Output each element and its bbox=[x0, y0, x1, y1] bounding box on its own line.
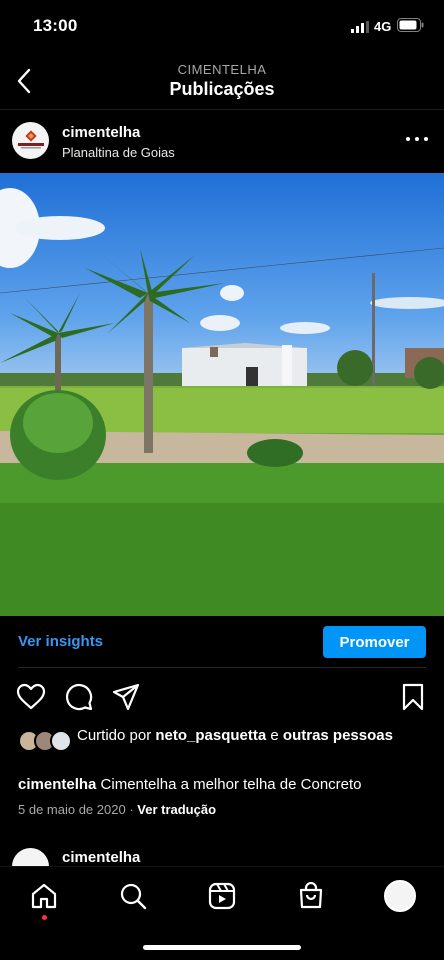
send-icon[interactable] bbox=[111, 682, 141, 712]
avatar[interactable] bbox=[12, 122, 49, 159]
page-header: CIMENTELHA Publicações bbox=[0, 52, 444, 110]
comment-icon[interactable] bbox=[64, 682, 94, 712]
likes-prefix: Curtido por bbox=[77, 727, 156, 744]
likes-text: Curtido por neto_pasquetta e outras pess… bbox=[77, 726, 427, 746]
promote-button[interactable]: Promover bbox=[323, 626, 426, 658]
home-icon bbox=[31, 883, 57, 909]
more-options-button[interactable] bbox=[406, 129, 428, 149]
caption-text: Cimentelha a melhor telha de Concreto bbox=[96, 776, 362, 793]
status-bar: 13:00 4G bbox=[0, 0, 444, 52]
divider bbox=[18, 667, 426, 668]
battery-icon bbox=[397, 18, 424, 32]
post-image[interactable] bbox=[0, 173, 444, 616]
landscape-photo bbox=[0, 173, 444, 616]
next-post-username[interactable]: cimentelha bbox=[62, 849, 140, 866]
likes-connector: e bbox=[266, 727, 283, 744]
view-insights-link[interactable]: Ver insights bbox=[18, 633, 103, 650]
post-date: 5 de maio de 2020 bbox=[18, 802, 126, 817]
see-translation-link[interactable]: Ver tradução bbox=[137, 802, 216, 817]
bookmark-icon[interactable] bbox=[398, 682, 428, 712]
liker-avatars bbox=[18, 730, 74, 752]
notification-dot bbox=[42, 915, 47, 920]
meta-separator: · bbox=[125, 802, 138, 817]
network-label: 4G bbox=[374, 19, 392, 34]
home-indicator bbox=[143, 945, 301, 950]
dot bbox=[406, 137, 410, 141]
page-title: Publicações bbox=[169, 79, 275, 99]
nav-home[interactable] bbox=[29, 881, 59, 911]
post-meta: 5 de maio de 2020 · Ver tradução bbox=[18, 802, 216, 817]
post-caption: cimentelha Cimentelha a melhor telha de … bbox=[18, 775, 428, 795]
bottom-nav bbox=[0, 866, 444, 960]
caption-username[interactable]: cimentelha bbox=[18, 776, 96, 793]
likes-summary[interactable]: Curtido por neto_pasquetta e outras pess… bbox=[18, 726, 428, 768]
dot bbox=[424, 137, 428, 141]
nav-shop[interactable] bbox=[296, 881, 326, 911]
reels-icon bbox=[208, 882, 236, 910]
search-icon bbox=[120, 883, 147, 910]
header-subtitle: CIMENTELHA bbox=[177, 62, 267, 77]
likes-others[interactable]: outras pessoas bbox=[283, 727, 393, 744]
status-time: 13:00 bbox=[33, 16, 78, 35]
dot bbox=[415, 137, 419, 141]
nav-search[interactable] bbox=[118, 881, 148, 911]
signal-icon bbox=[351, 21, 369, 33]
post-location[interactable]: Planaltina de Goias bbox=[62, 145, 175, 160]
insights-row: Ver insights Promover bbox=[0, 616, 444, 668]
nav-profile-avatar[interactable] bbox=[384, 880, 416, 912]
nav-reels[interactable] bbox=[207, 881, 237, 911]
post-username[interactable]: cimentelha bbox=[62, 124, 140, 141]
shop-icon bbox=[299, 882, 323, 909]
liker-username[interactable]: neto_pasquetta bbox=[155, 727, 266, 744]
liker-avatar bbox=[50, 730, 72, 752]
post-actions bbox=[0, 680, 444, 714]
post-header: cimentelha Planaltina de Goias bbox=[0, 115, 444, 173]
logo-icon bbox=[17, 129, 44, 148]
heart-icon[interactable] bbox=[16, 682, 46, 712]
